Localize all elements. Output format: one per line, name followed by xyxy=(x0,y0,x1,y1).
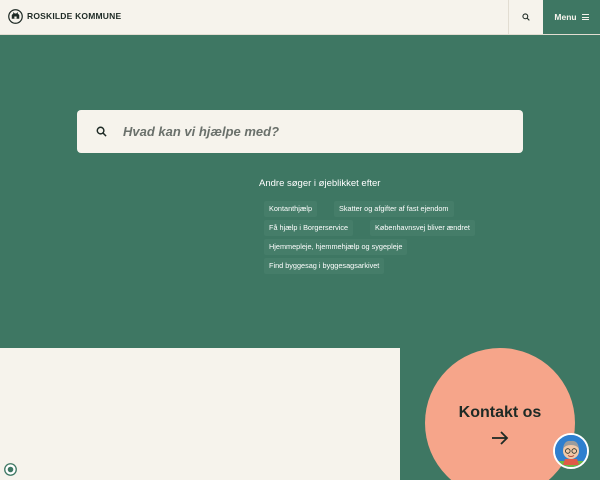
header-search-button[interactable] xyxy=(508,0,543,34)
menu-button[interactable]: Menu xyxy=(543,0,600,34)
assistant-avatar-icon xyxy=(555,435,587,467)
suggestion-link[interactable]: Københavnsvej bliver ændret xyxy=(370,220,475,236)
hamburger-icon xyxy=(581,14,589,20)
suggestion-link[interactable]: Få hjælp i Borgerservice xyxy=(264,220,354,236)
arrow-right-icon xyxy=(492,431,509,445)
accessibility-widget-icon[interactable] xyxy=(4,463,17,476)
menu-label: Menu xyxy=(554,12,577,22)
search-icon xyxy=(522,13,530,21)
contact-label: Kontakt os xyxy=(458,404,542,421)
content-panel xyxy=(0,348,400,480)
search-input[interactable] xyxy=(123,110,503,153)
municipality-crest-icon[interactable] xyxy=(8,9,23,24)
suggestions-title: Andre søger i øjeblikket efter xyxy=(259,178,381,189)
contact-button[interactable]: Kontakt os xyxy=(425,348,575,480)
search-box[interactable] xyxy=(77,110,523,153)
suggestion-link[interactable]: Hjemmepleje, hjemmehjælp og sygepleje xyxy=(264,239,408,255)
suggestion-link[interactable]: Find byggesag i byggesagsarkivet xyxy=(264,258,385,274)
chat-assistant-button[interactable] xyxy=(553,433,589,469)
site-header: ROSKILDE KOMMUNE Menu xyxy=(0,0,600,35)
brand-name[interactable]: ROSKILDE KOMMUNE xyxy=(27,11,121,21)
search-icon xyxy=(96,126,107,137)
suggestion-link[interactable]: Kontanthjælp xyxy=(264,201,318,217)
suggestion-link[interactable]: Skatter og afgifter af fast ejendom xyxy=(334,201,454,217)
